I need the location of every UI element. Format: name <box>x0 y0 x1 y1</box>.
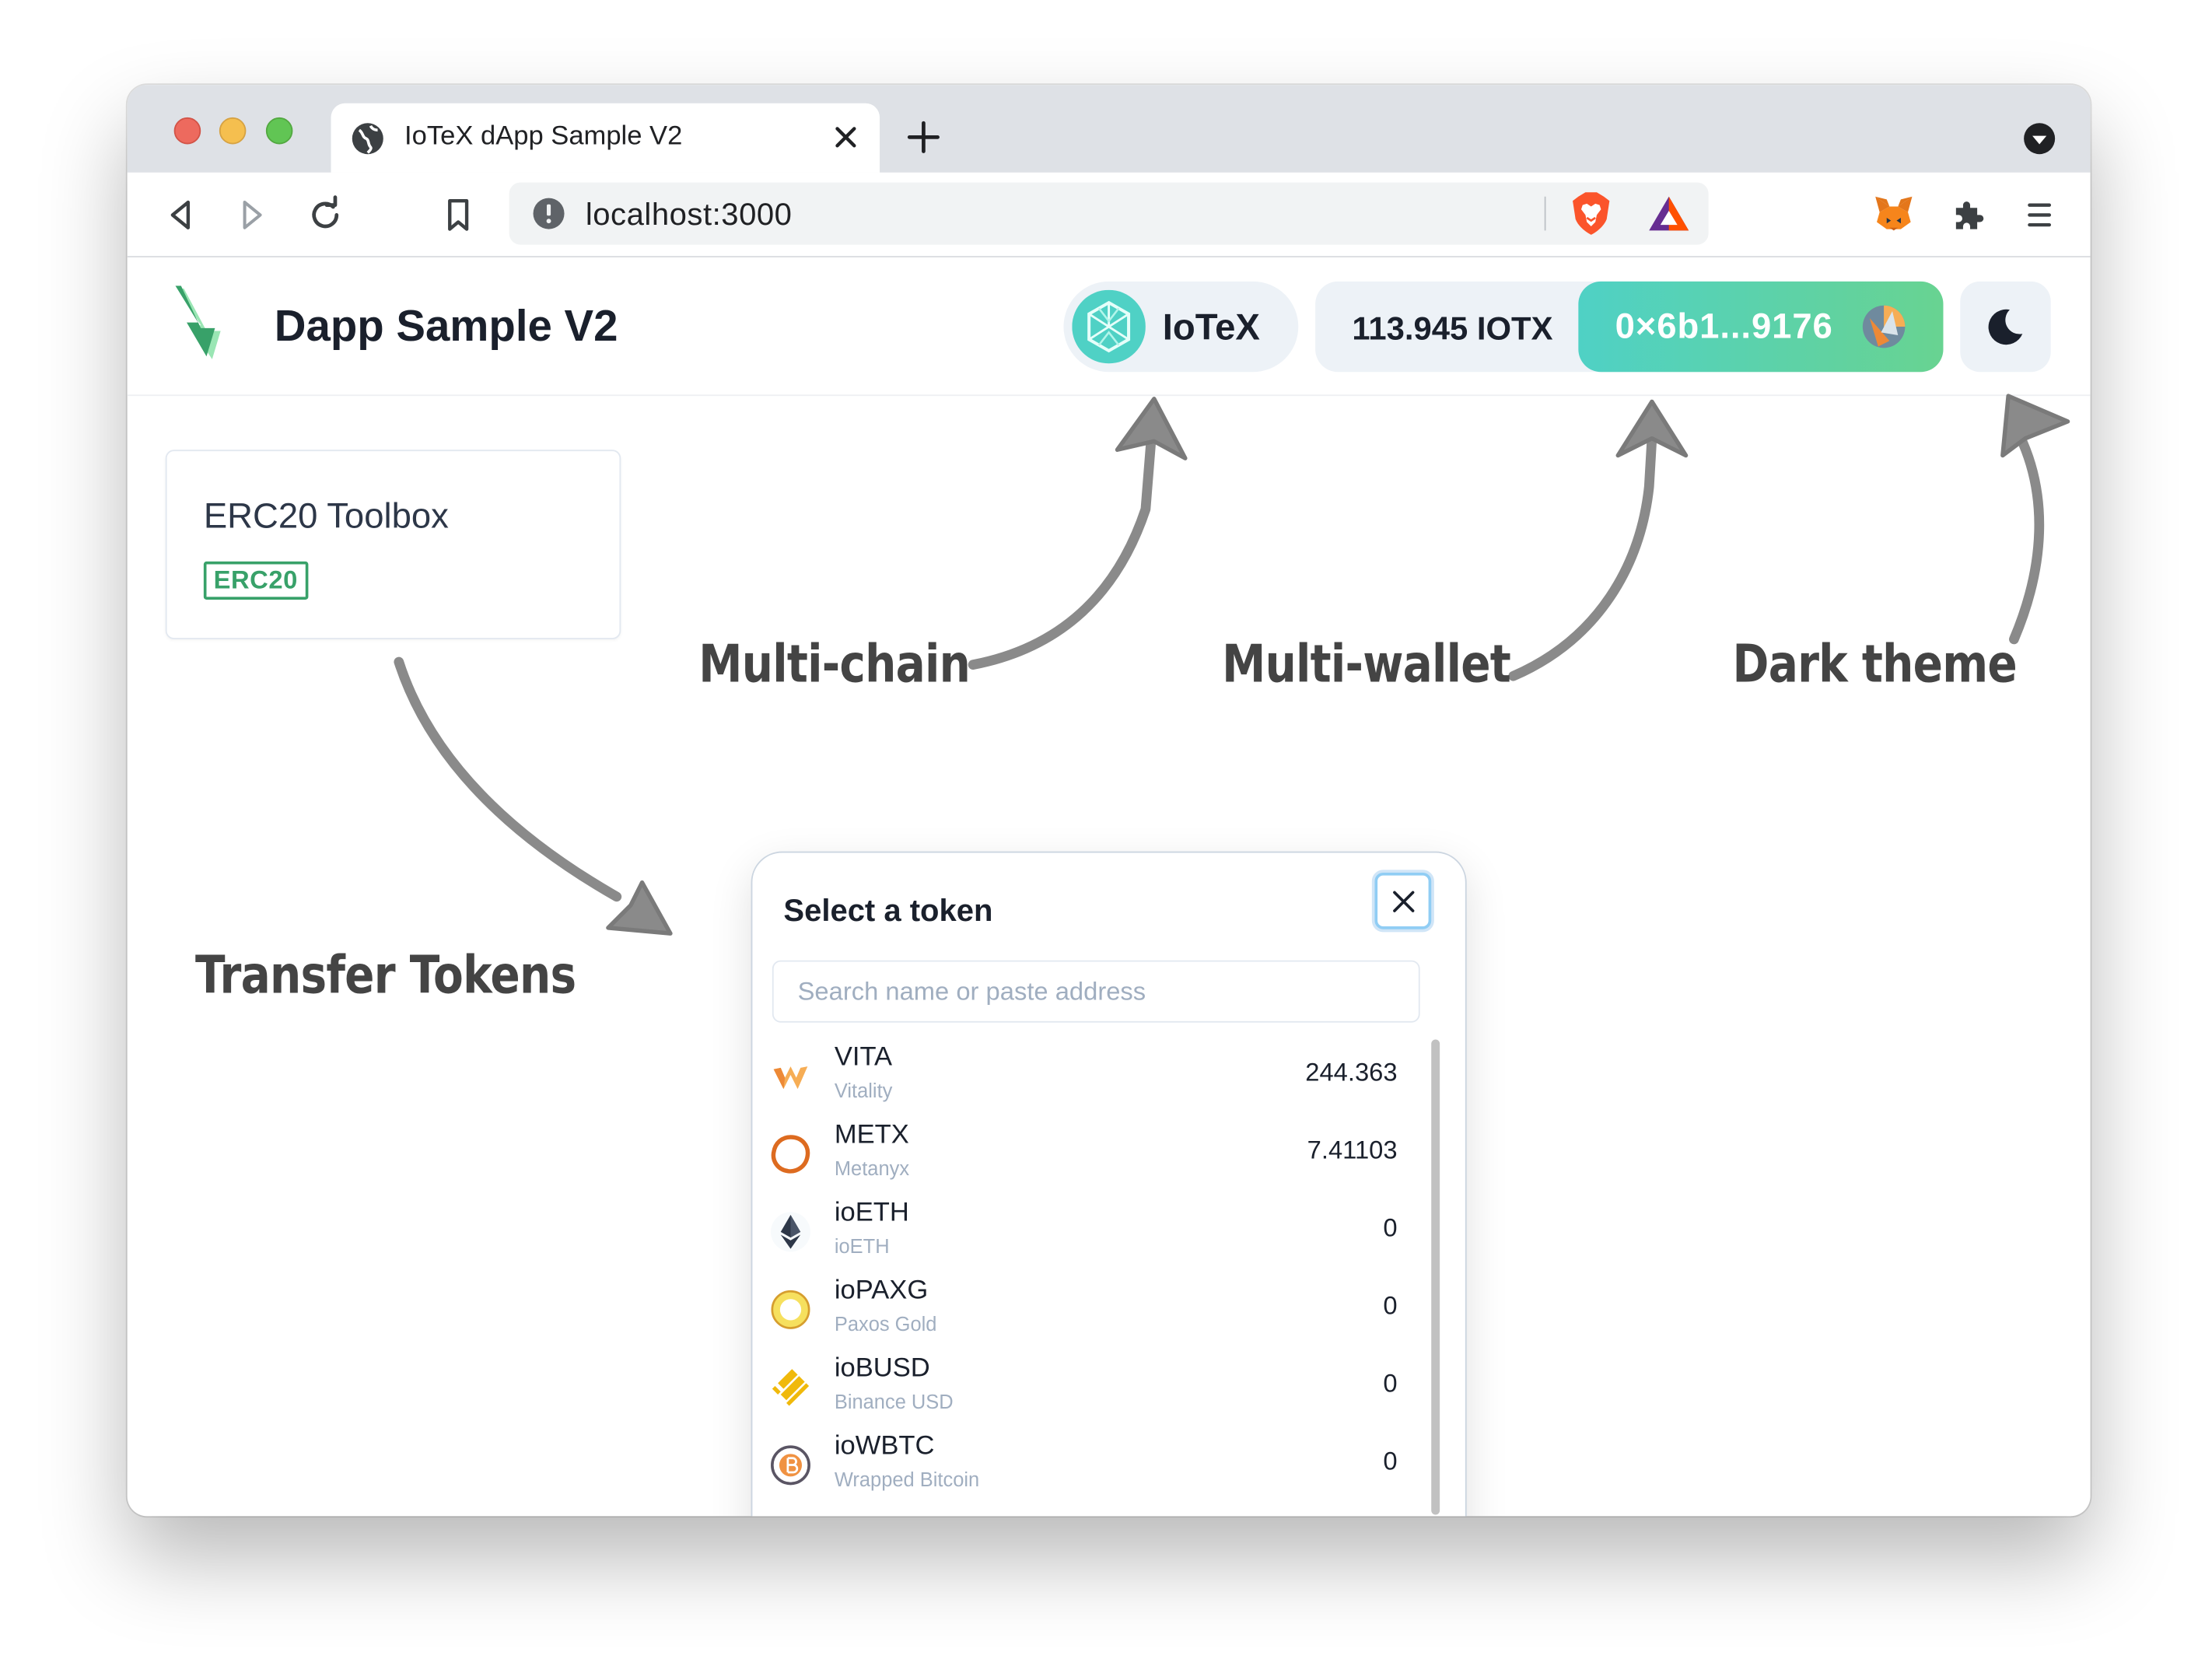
tab-title: IoTeX dApp Sample V2 <box>404 121 683 152</box>
vita-icon <box>773 1066 808 1090</box>
token-name: Binance USD <box>834 1390 954 1413</box>
network-selector-button[interactable]: IoTeX <box>1063 281 1299 373</box>
busd-icon <box>772 1369 810 1406</box>
address-bar[interactable]: localhost:3000 <box>509 182 1709 245</box>
theme-toggle-button[interactable] <box>1960 281 2051 373</box>
darktheme-annotation: Dark theme <box>1732 633 2018 695</box>
wallet-avatar-icon <box>1862 305 1906 348</box>
eth-icon <box>771 1212 810 1252</box>
darktheme-arrow-line <box>2009 430 2045 645</box>
token-row-vita[interactable]: VITA Vitality 244.363 <box>752 1037 1433 1115</box>
wallet-address: 0×6b1...9176 <box>1615 306 1833 347</box>
wallet-widget: 113.945 IOTX 0×6b1...9176 <box>1315 281 1944 373</box>
token-row-iopaxg[interactable]: ioPAXG Paxos Gold 0 <box>752 1270 1433 1348</box>
multichain-arrowhead <box>1115 397 1188 460</box>
select-token-modal: Select a token VITA Vitality 244.363 <box>751 851 1467 1517</box>
omnibox-separator <box>1544 196 1546 231</box>
darktheme-arrowhead <box>2000 394 2070 458</box>
bookmark-icon[interactable] <box>439 195 478 235</box>
active-tab[interactable]: IoTeX dApp Sample V2 <box>331 103 880 173</box>
forward-icon[interactable] <box>232 195 271 235</box>
multiwallet-arrowhead <box>1615 399 1689 458</box>
metx-icon <box>771 1135 810 1174</box>
tab-bar: IoTeX dApp Sample V2 <box>127 85 2091 173</box>
transfer-annotation: Transfer Tokens <box>194 944 576 1006</box>
erc20-badge: ERC20 <box>203 561 308 600</box>
token-balance: 0 <box>1383 1213 1398 1242</box>
multiwallet-annotation: Multi-wallet <box>1222 633 1511 695</box>
minimize-window-button[interactable] <box>219 117 247 145</box>
iotex-chain-icon <box>1072 289 1146 364</box>
token-symbol: ioETH <box>834 1198 909 1228</box>
multiwallet-arrow-line <box>1508 433 1657 681</box>
metamask-extension-icon[interactable] <box>1873 192 1916 235</box>
transfer-arrow-line <box>394 656 622 902</box>
extensions-icon[interactable] <box>1949 195 1989 235</box>
new-tab-icon[interactable] <box>905 119 942 156</box>
reload-icon[interactable] <box>306 195 345 235</box>
moon-icon <box>1988 309 2023 345</box>
browser-toolbar: localhost:3000 <box>127 172 2091 257</box>
token-row-iobusd[interactable]: ioBUSD Binance USD 0 <box>752 1348 1433 1426</box>
tab-search-icon[interactable] <box>2022 121 2056 156</box>
transfer-arrowhead <box>606 880 673 936</box>
token-name: ioETH <box>834 1234 890 1258</box>
token-name: Vitality <box>834 1079 893 1102</box>
token-symbol: ioPAXG <box>834 1276 929 1306</box>
browser-window: IoTeX dApp Sample V2 localhost:3000 Dapp… <box>127 85 2091 1517</box>
token-row-iowbtc[interactable]: ioWBTC Wrapped Bitcoin 0 <box>752 1426 1433 1503</box>
globe-icon <box>352 123 383 155</box>
token-symbol: METX <box>834 1120 909 1150</box>
token-row-ioeth[interactable]: ioETH ioETH 0 <box>752 1192 1433 1270</box>
token-row-metx[interactable]: METX Metanyx 7.41103 <box>752 1115 1433 1192</box>
close-icon <box>1393 891 1415 912</box>
menu-icon[interactable] <box>2020 195 2060 235</box>
token-balance: 0 <box>1383 1447 1398 1475</box>
card-title: ERC20 Toolbox <box>203 496 449 537</box>
scrollbar-thumb[interactable] <box>1431 1039 1440 1515</box>
token-balance: 0 <box>1383 1369 1398 1398</box>
token-balance: 0 <box>1383 1291 1398 1320</box>
modal-title: Select a token <box>783 892 993 928</box>
url-text: localhost:3000 <box>585 196 793 233</box>
token-balance: 244.363 <box>1305 1058 1398 1087</box>
site-info-icon[interactable] <box>532 197 566 231</box>
maximize-window-button[interactable] <box>265 117 293 145</box>
app-title: Dapp Sample V2 <box>274 301 618 351</box>
screenshot-stage: IoTeX dApp Sample V2 localhost:3000 Dapp… <box>0 0 2212 1680</box>
token-list: VITA Vitality 244.363 METX Metanyx 7.411… <box>752 1037 1433 1516</box>
token-symbol: ioWBTC <box>834 1431 935 1461</box>
modal-close-button[interactable] <box>1374 872 1432 929</box>
close-window-button[interactable] <box>173 117 201 145</box>
token-symbol: VITA <box>834 1042 893 1073</box>
multichain-arrow-line <box>968 433 1157 670</box>
app-header: Dapp Sample V2 IoTeX 113.945 IOTX 0×6b1.… <box>127 257 2091 397</box>
network-label: IoTeX <box>1162 305 1260 348</box>
close-tab-icon[interactable] <box>829 121 863 155</box>
token-name: Wrapped Bitcoin <box>834 1468 980 1491</box>
token-list-scrollbar[interactable] <box>1429 1037 1443 1516</box>
erc20-toolbox-card[interactable]: ERC20 Toolbox ERC20 <box>165 450 621 639</box>
wbtc-icon <box>771 1445 810 1486</box>
wallet-balance: 113.945 IOTX <box>1352 310 1553 347</box>
token-symbol: ioBUSD <box>834 1353 930 1384</box>
lightning-logo-icon <box>175 285 221 359</box>
wallet-address-button[interactable]: 0×6b1...9176 <box>1578 281 1944 373</box>
token-name: Paxos Gold <box>834 1312 937 1335</box>
brave-rewards-icon[interactable] <box>1647 194 1692 233</box>
multichain-annotation: Multi-chain <box>698 633 971 695</box>
paxg-icon <box>771 1290 810 1329</box>
back-icon[interactable] <box>161 195 201 235</box>
token-search-input[interactable] <box>772 960 1420 1023</box>
brave-shields-icon[interactable] <box>1570 191 1612 236</box>
token-name: Metanyx <box>834 1157 910 1180</box>
token-balance: 7.41103 <box>1307 1136 1398 1164</box>
